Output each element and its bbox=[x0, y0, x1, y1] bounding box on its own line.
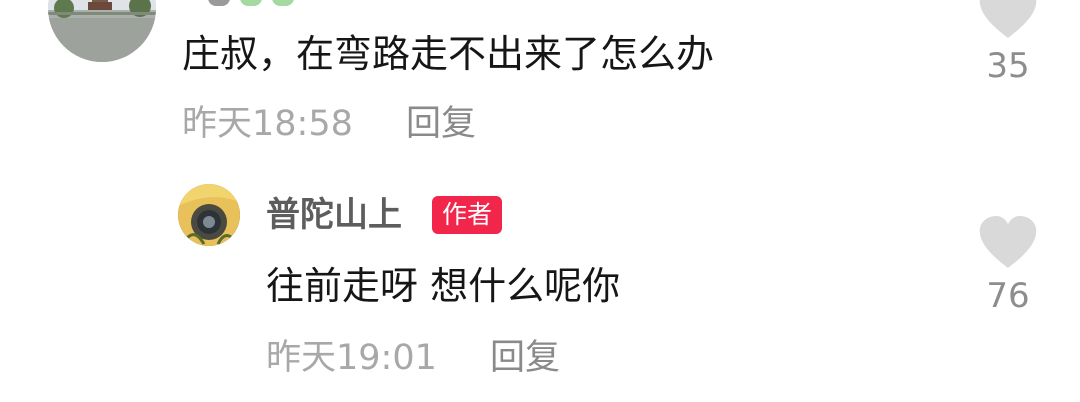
reply-like-count: 76 bbox=[986, 276, 1030, 316]
avatar-image bbox=[178, 184, 240, 246]
reply-like[interactable]: 76 bbox=[968, 216, 1048, 316]
commenter-name-tail bbox=[208, 0, 298, 6]
comments-screen: 庄叔，在弯路走不出来了怎么办 昨天18:58 回复 35 普陀山上 作者 往前走… bbox=[0, 0, 1080, 402]
reply-text: 往前走呀 想什么呢你 bbox=[266, 264, 621, 308]
comment-like[interactable]: 35 bbox=[968, 0, 1048, 86]
reply-time: 昨天19:01 bbox=[266, 338, 437, 378]
author-name[interactable]: 普陀山上 bbox=[266, 194, 402, 236]
comment-like-count: 35 bbox=[986, 46, 1030, 86]
reply-reply-button[interactable]: 回复 bbox=[490, 336, 560, 380]
author-avatar[interactable] bbox=[178, 184, 240, 246]
author-badge: 作者 bbox=[432, 196, 503, 234]
comment-time: 昨天18:58 bbox=[182, 104, 353, 144]
heart-icon[interactable] bbox=[978, 216, 1038, 270]
comment-text: 庄叔，在弯路走不出来了怎么办 bbox=[182, 32, 715, 76]
commenter-avatar[interactable] bbox=[48, 0, 156, 62]
comment-reply-button[interactable]: 回复 bbox=[406, 102, 476, 146]
avatar-image bbox=[48, 0, 156, 62]
heart-icon[interactable] bbox=[978, 0, 1038, 40]
